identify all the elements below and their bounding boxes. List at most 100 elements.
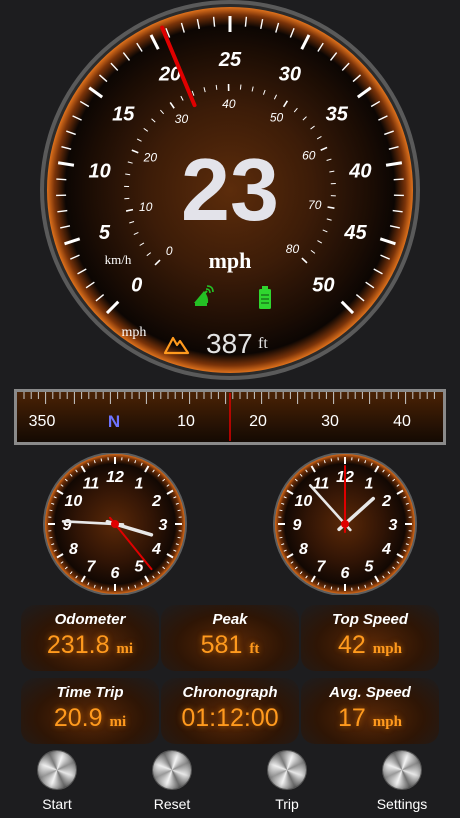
avg-speed-label: Avg. Speed bbox=[329, 684, 411, 701]
speed-readout: 23 bbox=[181, 140, 279, 239]
speed-unit: mph bbox=[209, 248, 252, 273]
clock-number: 5 bbox=[365, 559, 375, 576]
clock-left: 12 12 3 45678 9 1011 bbox=[43, 453, 187, 595]
altitude-unit: ft bbox=[258, 335, 268, 352]
clock-tick bbox=[330, 458, 333, 462]
clock-number: 10 bbox=[65, 493, 83, 510]
peak-value: 581 ft bbox=[200, 631, 260, 659]
clock-number: 2 bbox=[381, 493, 391, 510]
trip-label[interactable]: Trip bbox=[247, 796, 327, 812]
start-button[interactable]: Start bbox=[17, 748, 97, 812]
clock-tick bbox=[100, 586, 103, 590]
battery-icon bbox=[259, 286, 271, 309]
clock-number: 3 bbox=[389, 517, 398, 534]
speed-label-mph: 15 bbox=[112, 103, 135, 125]
settings-label[interactable]: Settings bbox=[362, 796, 442, 812]
clock-tick bbox=[357, 458, 360, 462]
start-label[interactable]: Start bbox=[17, 796, 97, 812]
speed-label-kmh: 50 bbox=[270, 111, 284, 125]
clock-center-pin bbox=[341, 520, 349, 528]
clock-tick bbox=[127, 458, 130, 462]
speed-label-kmh: 80 bbox=[286, 242, 300, 256]
kmh-tick bbox=[239, 84, 242, 90]
compass-label-10: 10 bbox=[177, 413, 195, 430]
chronograph-value: 01:12:00 bbox=[181, 704, 279, 732]
compass-strip: 350 N 10 20 30 40 bbox=[14, 389, 446, 445]
clock-right: 12 1234567891011 bbox=[273, 453, 417, 595]
speed-label-mph: 25 bbox=[218, 49, 242, 71]
speed-tick bbox=[244, 16, 248, 27]
time-trip-panel: Time Trip 20.9 mi bbox=[21, 678, 159, 744]
clock-number: 5 bbox=[135, 559, 145, 576]
clock-number: 10 bbox=[295, 493, 313, 510]
speed-label-mph: 45 bbox=[343, 222, 367, 244]
speed-label-kmh: 0 bbox=[166, 244, 173, 258]
reset-knob-icon[interactable] bbox=[153, 751, 191, 789]
avg-speed-unit: mph bbox=[372, 714, 402, 730]
reset-button[interactable]: Reset bbox=[132, 748, 212, 812]
clock-tick bbox=[279, 536, 283, 539]
speedometer: 05101520253035404550 01020304050607080 2… bbox=[40, 0, 420, 380]
top-speed-unit: mph bbox=[372, 641, 402, 657]
clock-number: 4 bbox=[381, 541, 391, 558]
trip-button[interactable]: Trip bbox=[247, 748, 327, 812]
clock-number: 11 bbox=[83, 475, 100, 492]
chronograph-label: Chronograph bbox=[182, 684, 278, 701]
clock-tick bbox=[279, 509, 283, 512]
speed-label-kmh: 20 bbox=[143, 151, 158, 165]
speed-label-kmh: 10 bbox=[139, 200, 153, 214]
speed-tick bbox=[393, 178, 404, 181]
clock-number: 9 bbox=[63, 517, 72, 534]
peak-unit: ft bbox=[249, 641, 260, 657]
compass-label-40: 40 bbox=[393, 413, 411, 430]
top-speed-label: Top Speed bbox=[331, 611, 409, 628]
top-speed-panel: Top Speed 42 mph bbox=[301, 605, 439, 671]
compass-label-20: 20 bbox=[249, 413, 267, 430]
clock-tick bbox=[177, 509, 181, 512]
clock-tick bbox=[177, 536, 181, 539]
odometer-label: Odometer bbox=[54, 611, 126, 628]
speed-label-kmh: 30 bbox=[175, 112, 189, 126]
clock-tick bbox=[127, 586, 130, 590]
speed-label-mph: 35 bbox=[326, 103, 349, 125]
speed-label-mph: 5 bbox=[99, 222, 111, 244]
speed-label-mph: 30 bbox=[279, 63, 301, 85]
avg-speed-value: 17 mph bbox=[338, 704, 402, 732]
mph-label: mph bbox=[122, 325, 147, 340]
odometer-unit: mi bbox=[116, 641, 134, 657]
time-trip-value: 20.9 mi bbox=[53, 704, 127, 732]
speed-label-kmh: 40 bbox=[222, 97, 236, 111]
clock-number: 6 bbox=[111, 565, 120, 582]
clock-number: 6 bbox=[341, 565, 350, 582]
speed-label-mph: 0 bbox=[131, 274, 142, 296]
top-speed-value: 42 mph bbox=[338, 631, 402, 659]
clock-number: 12 bbox=[106, 469, 124, 486]
clock-number: 8 bbox=[299, 541, 308, 558]
speed-label-mph: 40 bbox=[348, 160, 371, 182]
speed-label-kmh: 70 bbox=[308, 198, 322, 212]
clock-tick bbox=[407, 536, 411, 539]
clock-number: 4 bbox=[151, 541, 161, 558]
clock-number: 2 bbox=[151, 493, 161, 510]
reset-label[interactable]: Reset bbox=[132, 796, 212, 812]
kmh-tick bbox=[215, 84, 218, 90]
clock-tick bbox=[407, 509, 411, 512]
clock-number: 8 bbox=[69, 541, 78, 558]
avg-speed-panel: Avg. Speed 17 mph bbox=[301, 678, 439, 744]
speed-label-mph: 10 bbox=[89, 160, 111, 182]
odometer-panel: Odometer 231.8 mi bbox=[21, 605, 159, 671]
clock-tick bbox=[49, 536, 53, 539]
clock-number: 9 bbox=[293, 517, 302, 534]
clock-number: 3 bbox=[159, 517, 168, 534]
compass-label-north: N bbox=[108, 412, 120, 431]
speed-tick bbox=[212, 16, 216, 27]
altitude-value: 387 bbox=[206, 328, 253, 359]
clock-number: 1 bbox=[135, 475, 144, 492]
start-knob-icon[interactable] bbox=[38, 751, 76, 789]
clock-number: 1 bbox=[365, 475, 374, 492]
trip-knob-icon[interactable] bbox=[268, 751, 306, 789]
speed-tick bbox=[56, 178, 67, 181]
peak-panel: Peak 581 ft bbox=[161, 605, 299, 671]
settings-button[interactable]: Settings bbox=[362, 748, 442, 812]
settings-knob-icon[interactable] bbox=[383, 751, 421, 789]
